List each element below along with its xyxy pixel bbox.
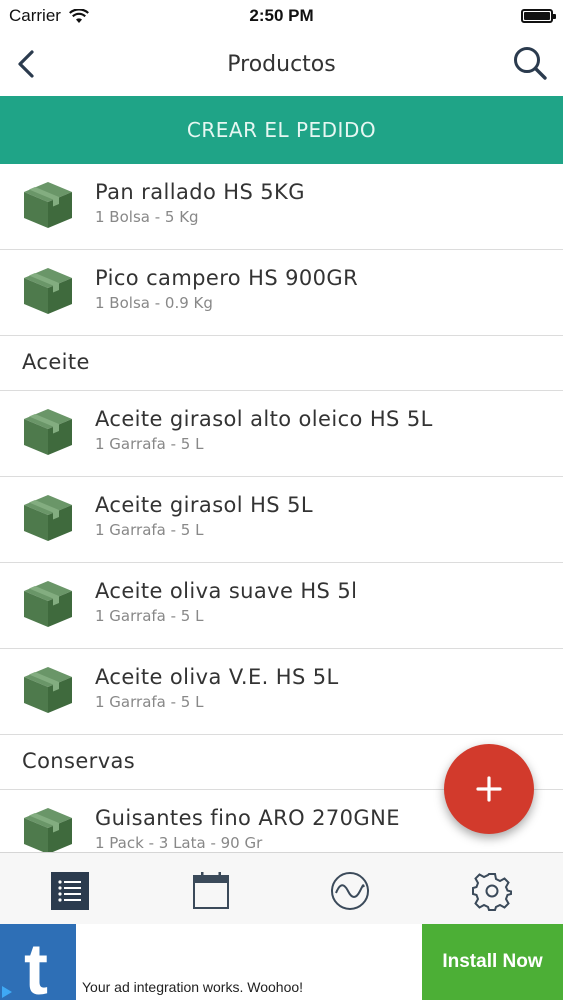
section-header: Aceite — [0, 336, 563, 391]
product-detail: 1 Garrafa - 5 L — [95, 693, 204, 711]
ad-banner[interactable]: t Your ad integration works. Woohoo! Ins… — [0, 924, 563, 1004]
section-title: Aceite — [22, 350, 90, 374]
ad-message: Your ad integration works. Woohoo! — [82, 979, 304, 995]
product-name: Aceite girasol HS 5L — [95, 493, 313, 517]
product-name: Pico campero HS 900GR — [95, 266, 359, 290]
box-icon — [24, 268, 72, 314]
chart-wave-icon[interactable] — [330, 871, 370, 911]
list-item[interactable]: Aceite oliva suave HS 5l 1 Garrafa - 5 L — [0, 563, 563, 649]
ad-logo-letter: t — [24, 930, 48, 1000]
box-icon — [24, 808, 72, 854]
section-title: Conservas — [22, 749, 136, 773]
list-icon[interactable] — [50, 871, 90, 911]
product-name: Aceite oliva suave HS 5l — [95, 579, 358, 603]
box-icon — [24, 182, 72, 228]
battery-icon — [521, 9, 556, 23]
product-detail: 1 Garrafa - 5 L — [95, 607, 204, 625]
product-detail: 1 Garrafa - 5 L — [95, 435, 204, 453]
list-item[interactable]: Aceite oliva V.E. HS 5L 1 Garrafa - 5 L — [0, 649, 563, 735]
list-item[interactable]: Pan rallado HS 5KG 1 Bolsa - 5 Kg — [0, 164, 563, 250]
gear-icon[interactable] — [472, 871, 512, 911]
tab-bar — [0, 852, 563, 924]
tumblr-logo-icon: t — [0, 924, 76, 1004]
chevron-left-icon[interactable] — [12, 48, 44, 80]
ad-logo: t — [0, 924, 76, 1004]
box-icon — [24, 409, 72, 455]
list-item[interactable]: Aceite girasol HS 5L 1 Garrafa - 5 L — [0, 477, 563, 563]
product-detail: 1 Garrafa - 5 L — [95, 521, 204, 539]
product-name: Pan rallado HS 5KG — [95, 180, 305, 204]
install-now-label: Install Now — [442, 951, 543, 972]
page-title: Productos — [227, 51, 336, 77]
plus-icon — [476, 776, 502, 802]
search-icon[interactable] — [511, 44, 549, 82]
status-time: 2:50 PM — [249, 6, 314, 25]
list-item[interactable]: Aceite girasol alto oleico HS 5L 1 Garra… — [0, 391, 563, 477]
product-name: Guisantes fino ARO 270GNE — [95, 806, 400, 830]
product-name: Aceite girasol alto oleico HS 5L — [95, 407, 433, 431]
box-icon — [24, 667, 72, 713]
status-bar: Carrier 2:50 PM — [0, 0, 563, 32]
product-detail: 1 Bolsa - 5 Kg — [95, 208, 199, 226]
add-button[interactable] — [444, 744, 534, 834]
product-detail: 1 Bolsa - 0.9 Kg — [95, 294, 213, 312]
box-icon — [24, 495, 72, 541]
list-item[interactable]: Pico campero HS 900GR 1 Bolsa - 0.9 Kg — [0, 250, 563, 336]
create-order-button[interactable]: CREAR EL PEDIDO — [0, 96, 563, 164]
create-order-label: CREAR EL PEDIDO — [186, 118, 377, 142]
install-now-button[interactable]: Install Now — [422, 924, 563, 1000]
product-detail: 1 Pack - 3 Lata - 90 Gr — [95, 834, 263, 852]
box-icon — [24, 581, 72, 627]
calendar-icon[interactable] — [191, 871, 231, 911]
nav-bar: Productos — [0, 32, 563, 96]
product-name: Aceite oliva V.E. HS 5L — [95, 665, 339, 689]
